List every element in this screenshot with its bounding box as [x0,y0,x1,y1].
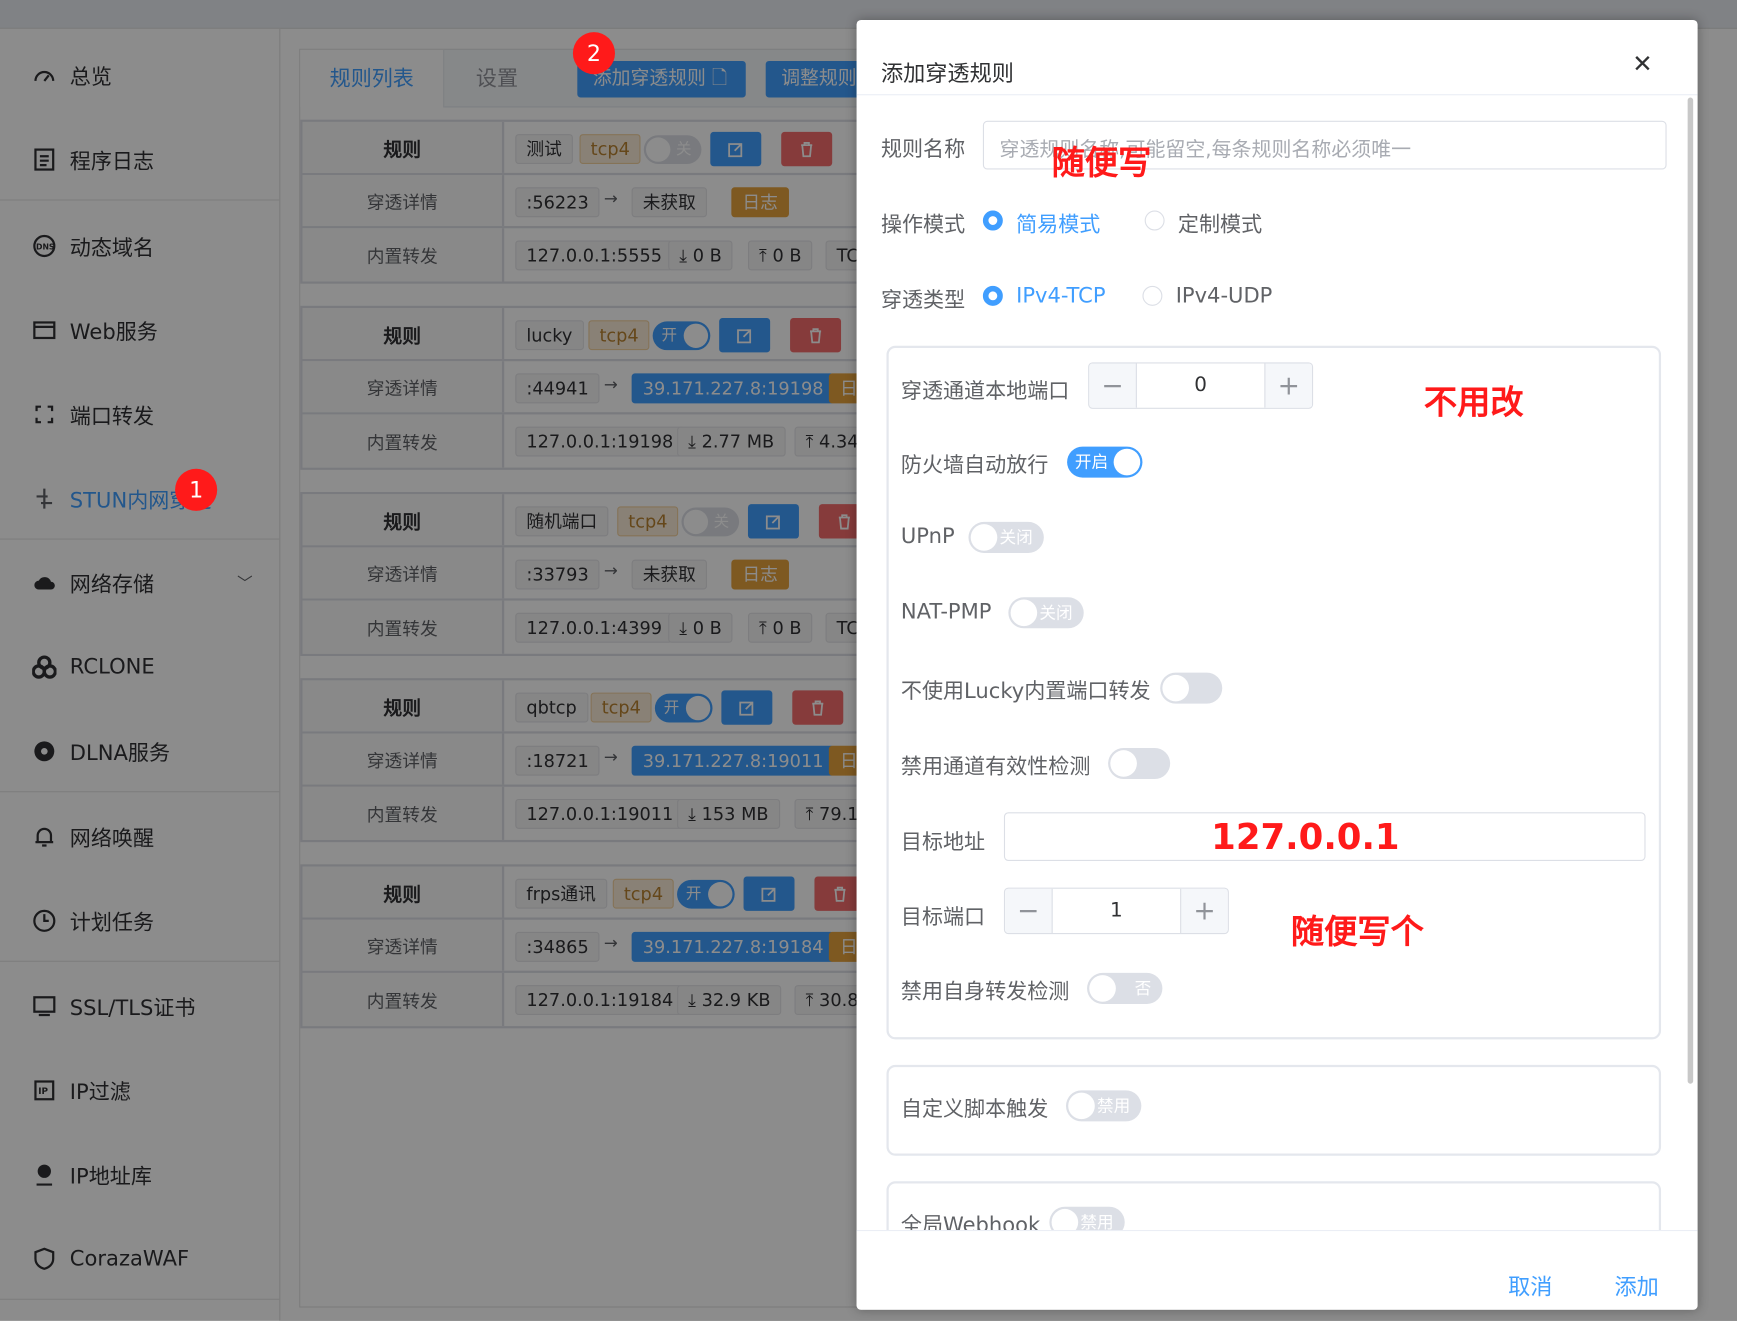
mode-custom-label[interactable]: 定制模式 [1178,208,1262,238]
no-lucky-forward-label: 不使用Lucky内置端口转发 [900,679,1151,704]
local-port-stepper[interactable]: − 0 + [1088,362,1314,409]
type-tcp-label[interactable]: IPv4-TCP [1016,284,1105,308]
natpmp-switch[interactable]: 关闭 [1008,597,1084,629]
type-tcp-radio[interactable] [982,285,1003,306]
target-port-stepper[interactable]: − 1 + [1003,887,1229,935]
firewall-state: 开启 [1074,452,1109,473]
annotation-badge-2: 2 [572,32,615,75]
dialog-title: 添加穿透规则 [880,59,1014,87]
mode-simple-label[interactable]: 简易模式 [1016,208,1100,238]
firewall-switch[interactable]: 开启 [1067,446,1143,478]
plus-icon[interactable]: + [1180,888,1228,934]
target-port-value: 1 [1110,898,1123,922]
local-port-value: 0 [1194,373,1207,397]
local-port-label: 穿透通道本地端口 [900,378,1070,404]
annotation-badge-1: 1 [175,468,218,511]
dialog-footer: 取消 添加 [856,1229,1698,1310]
minus-icon[interactable]: − [1005,888,1053,934]
target-port-label: 目标端口 [900,905,986,930]
add-rule-dialog: 添加穿透规则 ✕ 规则名称 穿透规则名称,可能留空,每条规则名称必须唯一 随便写… [856,19,1698,1310]
target-addr-value: 127.0.0.1 [1211,815,1400,858]
disable-channel-check-switch[interactable] [1108,747,1171,779]
mode-simple-radio[interactable] [982,210,1003,231]
self-check-state: 否 [1134,978,1152,999]
target-addr-input[interactable]: 127.0.0.1 [1003,812,1646,861]
mode-custom-radio[interactable] [1144,210,1165,231]
annotation-text-1: 随便写 [1051,144,1152,183]
no-lucky-forward-switch[interactable] [1160,672,1223,704]
plus-icon[interactable]: + [1264,363,1312,408]
type-udp-radio[interactable] [1142,285,1163,306]
disable-channel-check-label: 禁用通道有效性检测 [900,754,1091,779]
type-udp-label[interactable]: IPv4-UDP [1176,284,1273,308]
upnp-switch[interactable]: 关闭 [968,521,1044,553]
disable-self-check-switch[interactable]: 否 [1087,972,1163,1004]
upnp-state: 关闭 [999,527,1033,548]
firewall-label: 防火墙自动放行 [900,453,1049,478]
rule-name-label: 规则名称 [880,137,966,162]
mode-label: 操作模式 [880,212,966,238]
natpmp-state: 关闭 [1039,602,1073,623]
dialog-header: 添加穿透规则 ✕ [856,20,1698,96]
close-icon[interactable]: ✕ [1632,51,1652,79]
annotation-text-3: 随便写个 [1290,913,1424,952]
type-label: 穿透类型 [880,288,966,313]
add-button[interactable]: 添加 [1615,1269,1659,1301]
annotation-text-2: 不用改 [1423,383,1524,423]
cancel-button[interactable]: 取消 [1508,1269,1552,1301]
script-switch[interactable]: 禁用 [1065,1090,1142,1122]
upnp-label: UPnP [900,524,955,549]
natpmp-label: NAT-PMP [900,599,992,624]
screen: 总览 程序日志 DNS 动态域名 Web服务 端口转发 STUN内网穿透 网络存储… [0,0,1737,1321]
script-state: 禁用 [1097,1095,1131,1116]
minus-icon[interactable]: − [1089,363,1137,408]
dialog-scrollbar[interactable] [1687,97,1694,1084]
disable-self-check-label: 禁用自身转发检测 [900,979,1070,1004]
script-label: 自定义脚本触发 [900,1097,1049,1122]
target-addr-label: 目标地址 [900,829,986,855]
